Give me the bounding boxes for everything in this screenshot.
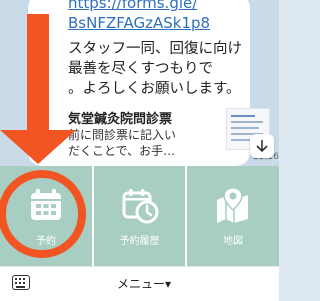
map-pin-icon [217,187,249,223]
form-link[interactable]: https://forms.gle/ [68,0,197,12]
scroll-to-bottom-button[interactable] [250,134,274,158]
link-preview-description: だくことで、お手… [68,144,176,158]
arrow-down-icon [256,140,268,153]
annotation-arrow-head [0,130,76,164]
calendar-clock-icon [122,189,158,224]
keyboard-icon[interactable] [12,275,30,290]
message-text-line: 最善を尽くすつもりで [68,61,213,77]
link-preview-description: 前に問診票に記入い [68,128,177,142]
form-link-continued[interactable]: BsNFZFAGzASk1p8 [68,14,210,32]
rich-menu: 予約 予約履歴 地図 [0,166,279,266]
message-text-line: スタッフ一同、回復に向け [68,41,242,57]
annotation-arrow [27,14,49,136]
menu-item-reservation[interactable]: 予約 [0,166,94,266]
annotation-circle [0,170,86,258]
menu-toggle[interactable]: メニュー▾ [117,275,171,292]
bottom-bar: メニュー▾ [0,266,279,301]
message-text-line: 。よろしくお願いします。 [68,81,241,97]
menu-item-label: 地図 [223,236,244,247]
link-preview-title[interactable]: 気堂鍼灸院問診票 [68,108,172,127]
menu-item-map[interactable]: 地図 [187,166,279,266]
menu-item-reservation-history[interactable]: 予約履歴 [94,166,188,266]
menu-item-label: 予約履歴 [119,236,160,247]
